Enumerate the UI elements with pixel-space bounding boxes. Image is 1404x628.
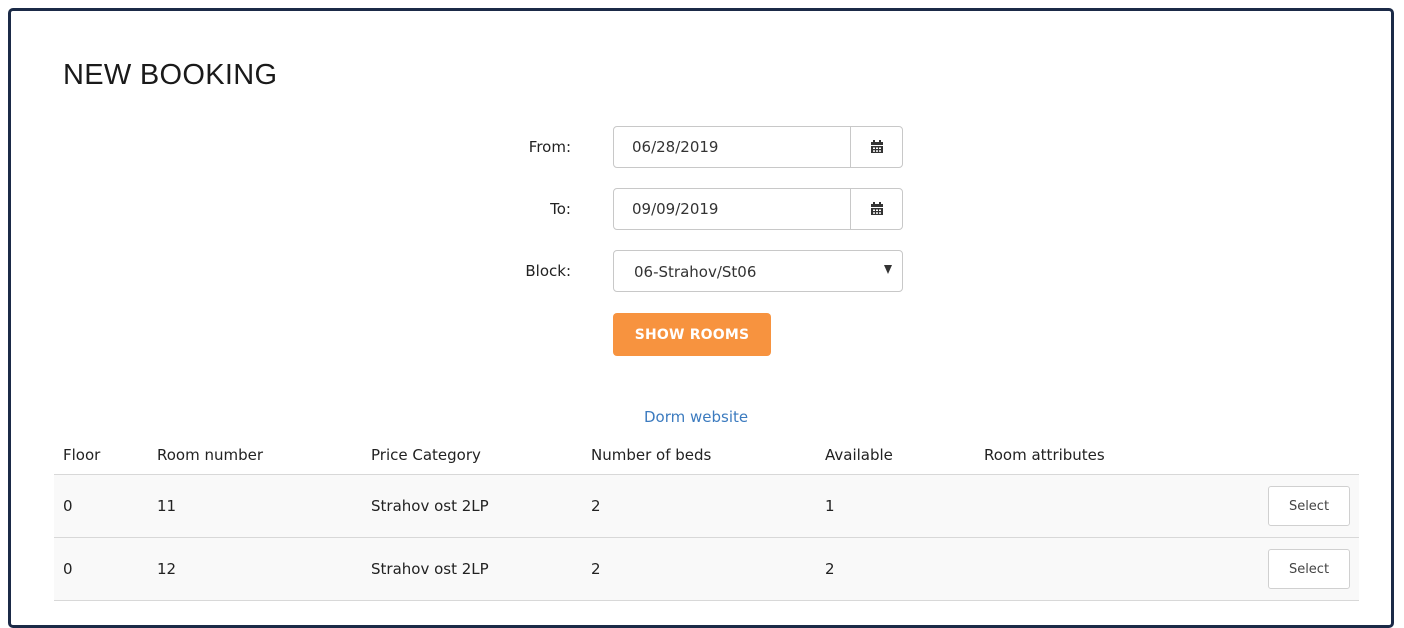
cell-available: 2 xyxy=(816,537,975,601)
from-date-group: 06/28/2019 xyxy=(613,126,903,168)
cell-price-category: Strahov ost 2LP xyxy=(362,537,582,601)
cell-floor: 0 xyxy=(54,537,148,601)
block-select[interactable]: 06-Strahov/St06 xyxy=(613,250,903,292)
cell-number-of-beds: 2 xyxy=(582,537,816,601)
dorm-website-link[interactable]: Dorm website xyxy=(644,408,748,426)
booking-panel: NEW BOOKING From: 06/28/2019 To: 09/09/2… xyxy=(8,8,1394,628)
from-date-input[interactable]: 06/28/2019 xyxy=(614,127,850,167)
cell-room-attributes xyxy=(975,474,1259,538)
rooms-table: Floor Room number Price Category Number … xyxy=(54,436,1359,601)
to-row: To: 09/09/2019 xyxy=(11,188,1391,230)
from-label: From: xyxy=(528,138,571,156)
column-header-floor[interactable]: Floor xyxy=(54,436,148,475)
cell-number-of-beds: 2 xyxy=(582,474,816,538)
page-title: NEW BOOKING xyxy=(63,59,278,91)
select-room-button[interactable]: Select xyxy=(1268,549,1350,589)
cell-room-number: 11 xyxy=(148,474,362,538)
cell-room-number: 12 xyxy=(148,537,362,601)
show-rooms-button[interactable]: SHOW ROOMS xyxy=(613,313,771,356)
calendar-icon xyxy=(870,140,883,153)
select-room-button[interactable]: Select xyxy=(1268,486,1350,526)
cell-room-attributes xyxy=(975,537,1259,601)
from-calendar-button[interactable] xyxy=(850,127,902,167)
caret-down-icon xyxy=(884,265,892,274)
column-header-number-of-beds[interactable]: Number of beds xyxy=(582,436,816,475)
table-row: 0 11 Strahov ost 2LP 2 1 Select xyxy=(54,474,1359,538)
cell-action: Select xyxy=(1259,474,1359,538)
column-header-room-attributes[interactable]: Room attributes xyxy=(975,436,1259,475)
table-header-row: Floor Room number Price Category Number … xyxy=(54,436,1359,475)
to-label: To: xyxy=(550,200,571,218)
to-date-group: 09/09/2019 xyxy=(613,188,903,230)
column-header-available[interactable]: Available xyxy=(816,436,975,475)
column-header-room-number[interactable]: Room number xyxy=(148,436,362,475)
column-header-action xyxy=(1259,436,1359,475)
table-row: 0 12 Strahov ost 2LP 2 2 Select xyxy=(54,537,1359,601)
cell-floor: 0 xyxy=(54,474,148,538)
from-row: From: 06/28/2019 xyxy=(11,126,1391,168)
block-row: Block: 06-Strahov/St06 xyxy=(11,250,1391,292)
to-date-input[interactable]: 09/09/2019 xyxy=(614,189,850,229)
block-select-value: 06-Strahov/St06 xyxy=(634,263,757,281)
column-header-price-category[interactable]: Price Category xyxy=(362,436,582,475)
to-calendar-button[interactable] xyxy=(850,189,902,229)
calendar-icon xyxy=(870,202,883,215)
block-label: Block: xyxy=(525,262,571,280)
cell-price-category: Strahov ost 2LP xyxy=(362,474,582,538)
cell-action: Select xyxy=(1259,537,1359,601)
cell-available: 1 xyxy=(816,474,975,538)
